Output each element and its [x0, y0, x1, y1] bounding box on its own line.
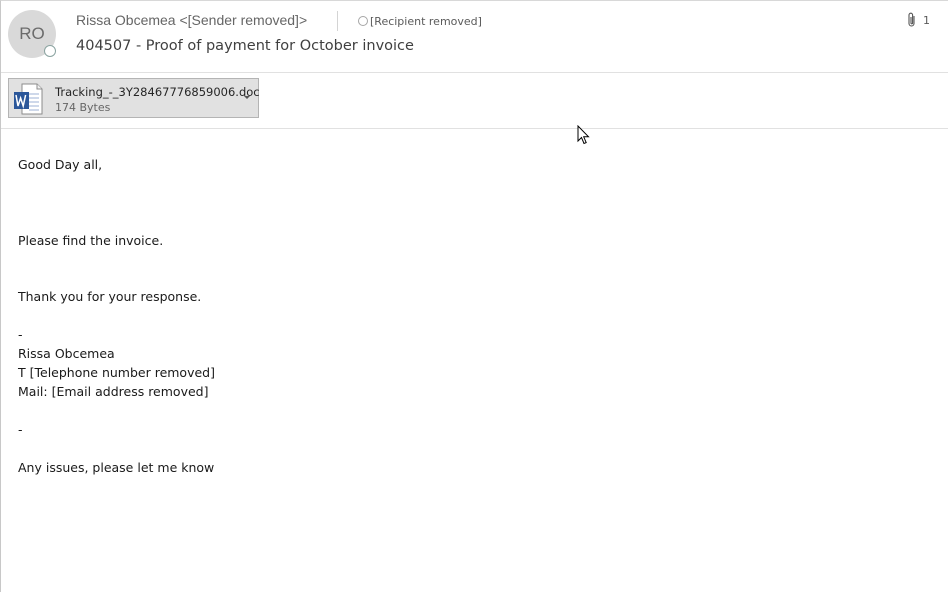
attachment-count-indicator[interactable]: 1	[907, 12, 930, 28]
message-subject: 404507 - Proof of payment for October in…	[76, 38, 414, 54]
body-closing: Any issues, please let me know	[18, 460, 215, 475]
attachment-item[interactable]: Tracking_-_3Y28467776859006.doc 174 Byte…	[8, 78, 260, 118]
avatar-initials: RO	[19, 24, 45, 43]
header-divider	[337, 11, 338, 31]
signature-name: Rissa Obcemea	[18, 346, 115, 361]
body-dash-1: -	[18, 327, 23, 342]
chevron-down-icon[interactable]	[244, 96, 250, 99]
signature-phone: T [Telephone number removed]	[18, 365, 215, 380]
paperclip-icon	[908, 12, 915, 27]
sender-name[interactable]: Rissa Obcemea <[Sender removed]>	[76, 12, 307, 28]
attachment-size: 174 Bytes	[55, 101, 111, 114]
message-header: RO Rissa Obcemea <[Sender removed]> [Rec…	[1, 1, 948, 73]
attachment-filename: Tracking_-_3Y28467776859006.doc	[55, 85, 260, 99]
recipient-name[interactable]: [Recipient removed]	[370, 15, 482, 28]
body-greeting: Good Day all,	[18, 157, 103, 172]
presence-status-icon	[44, 45, 56, 57]
attachment-well: Tracking_-_3Y28467776859006.doc 174 Byte…	[1, 73, 948, 129]
body-line-thanks: Thank you for your response.	[18, 289, 202, 304]
attachment-count: 1	[923, 13, 930, 27]
signature-mail: Mail: [Email address removed]	[18, 384, 209, 399]
body-dash-2: -	[18, 422, 23, 437]
reading-pane: RO Rissa Obcemea <[Sender removed]> [Rec…	[0, 0, 948, 592]
mouse-pointer-icon	[577, 125, 590, 145]
body-line-invoice: Please find the invoice.	[18, 233, 164, 248]
word-document-icon	[14, 83, 43, 115]
recipient-presence-icon	[358, 16, 368, 26]
